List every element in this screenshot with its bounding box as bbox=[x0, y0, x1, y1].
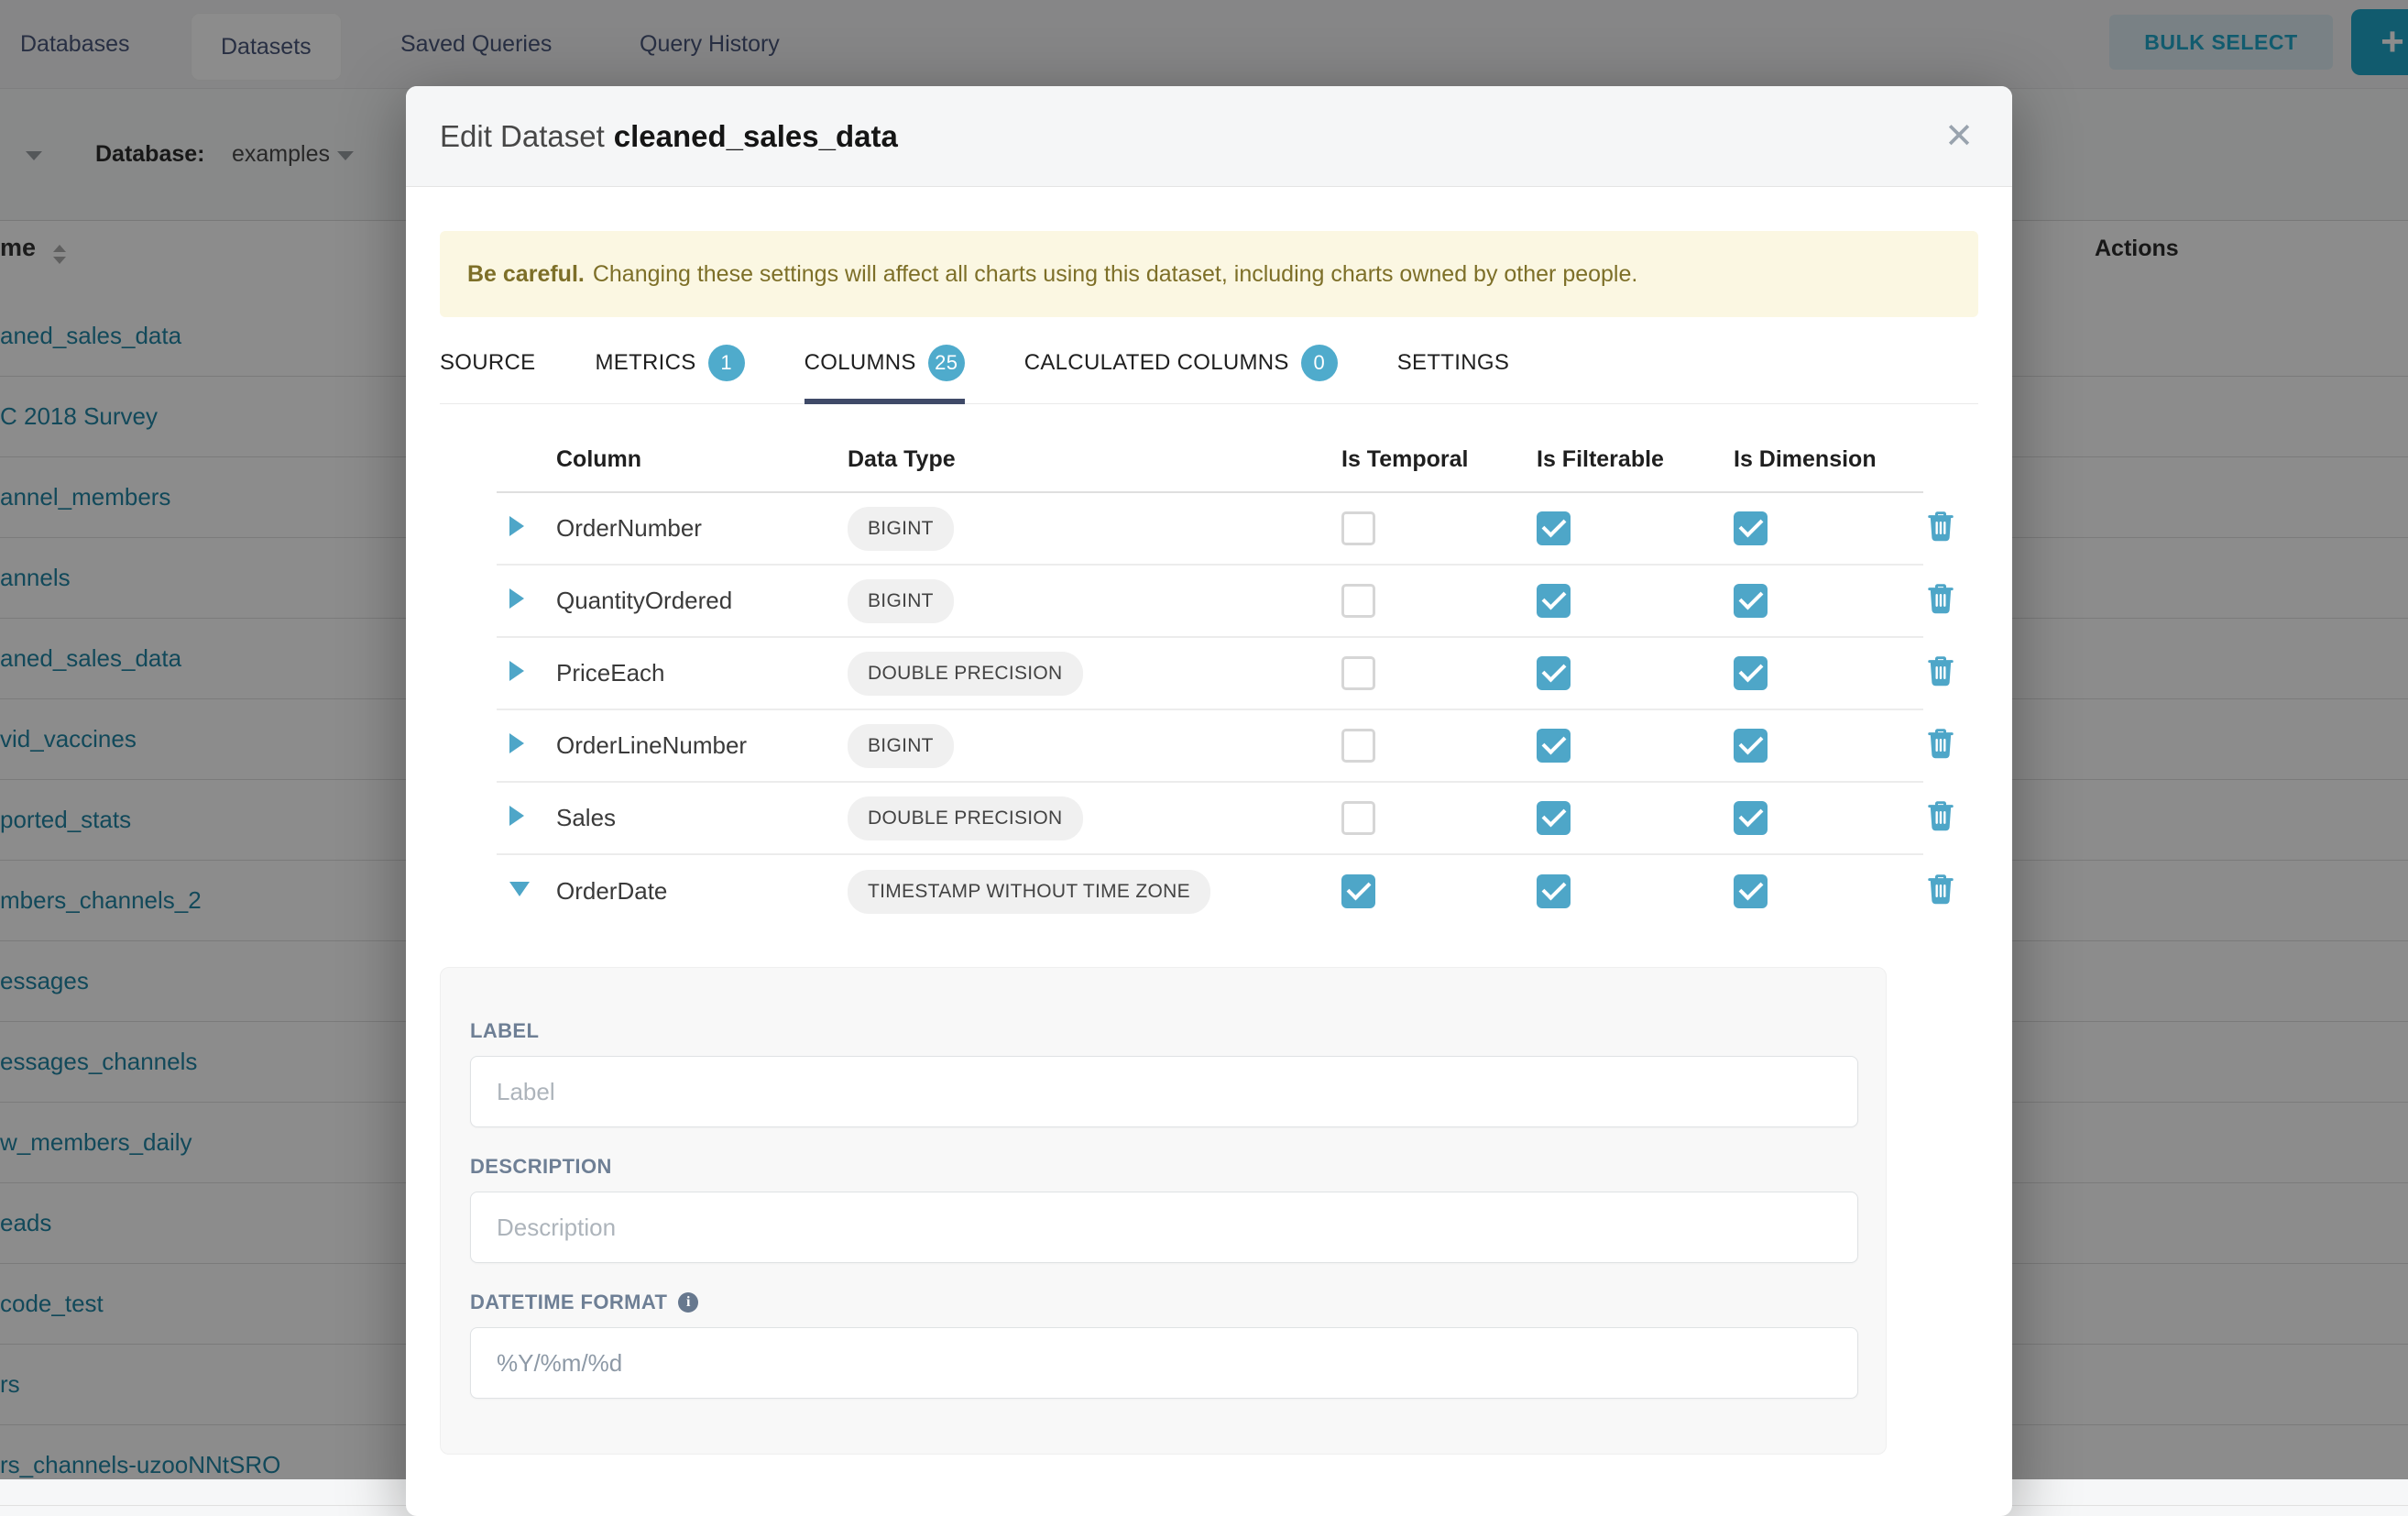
modal-title-prefix: Edit Dataset bbox=[440, 119, 605, 153]
description-field-label: DESCRIPTION bbox=[470, 1155, 1858, 1179]
tab-metrics[interactable]: METRICS 1 bbox=[595, 345, 744, 403]
tab-columns[interactable]: COLUMNS 25 bbox=[804, 345, 965, 403]
column-name: OrderNumber bbox=[533, 514, 840, 543]
description-field-group: DESCRIPTION bbox=[470, 1155, 1858, 1263]
header-is-temporal: Is Temporal bbox=[1337, 446, 1530, 473]
expand-caret-icon[interactable] bbox=[509, 588, 524, 609]
expand-caret-icon[interactable] bbox=[509, 806, 524, 826]
collapse-caret-icon[interactable] bbox=[509, 882, 530, 896]
column-row-orderlinenumber: OrderLineNumber BIGINT bbox=[497, 710, 1923, 783]
is-temporal-checkbox[interactable] bbox=[1341, 511, 1375, 545]
tab-source[interactable]: SOURCE bbox=[440, 345, 535, 403]
data-type-badge: DOUBLE PRECISION bbox=[848, 652, 1083, 696]
warning-bold-text: Be careful. bbox=[467, 261, 585, 288]
header-column: Column bbox=[533, 446, 840, 473]
tab-label: CALCULATED COLUMNS bbox=[1024, 350, 1289, 376]
column-name: OrderLineNumber bbox=[533, 731, 840, 760]
trash-icon bbox=[1927, 801, 1954, 831]
delete-column-button[interactable] bbox=[1927, 729, 1954, 759]
modal-header: Edit Dataset cleaned_sales_data ✕ bbox=[406, 86, 2012, 187]
is-temporal-checkbox[interactable] bbox=[1341, 801, 1375, 835]
data-type-badge: BIGINT bbox=[848, 724, 954, 768]
trash-icon bbox=[1927, 874, 1954, 905]
trash-icon bbox=[1927, 656, 1954, 687]
datetime-format-field-label: DATETIME FORMAT i bbox=[470, 1291, 1858, 1314]
datetime-format-field-group: DATETIME FORMAT i bbox=[470, 1291, 1858, 1399]
tab-settings[interactable]: SETTINGS bbox=[1397, 345, 1509, 403]
edit-dataset-modal: Edit Dataset cleaned_sales_data ✕ Be care… bbox=[406, 86, 2012, 1516]
header-data-type: Data Type bbox=[840, 446, 1337, 473]
is-filterable-checkbox[interactable] bbox=[1537, 801, 1571, 835]
trash-icon bbox=[1927, 511, 1954, 542]
is-filterable-checkbox[interactable] bbox=[1537, 584, 1571, 618]
is-temporal-checkbox[interactable] bbox=[1341, 584, 1375, 618]
modal-body: Be careful. Changing these settings will… bbox=[406, 231, 2012, 1455]
tab-count-badge: 25 bbox=[928, 345, 965, 381]
tab-calculated-columns[interactable]: CALCULATED COLUMNS 0 bbox=[1024, 345, 1338, 403]
data-type-badge: BIGINT bbox=[848, 579, 954, 623]
column-row-ordernumber: OrderNumber BIGINT bbox=[497, 493, 1923, 566]
label-field-group: LABEL bbox=[470, 1019, 1858, 1127]
description-input[interactable] bbox=[470, 1192, 1858, 1263]
columns-table-header: Column Data Type Is Temporal Is Filterab… bbox=[497, 446, 1923, 493]
is-temporal-checkbox[interactable] bbox=[1341, 729, 1375, 763]
column-name: QuantityOrdered bbox=[533, 587, 840, 615]
data-type-badge: BIGINT bbox=[848, 507, 954, 551]
is-temporal-checkbox[interactable] bbox=[1341, 874, 1375, 908]
warning-text: Changing these settings will affect all … bbox=[593, 261, 1638, 288]
datetime-format-label-text: DATETIME FORMAT bbox=[470, 1291, 667, 1314]
header-is-filterable: Is Filterable bbox=[1530, 446, 1729, 473]
tab-label: COLUMNS bbox=[804, 350, 916, 376]
column-name: OrderDate bbox=[533, 877, 840, 906]
is-dimension-checkbox[interactable] bbox=[1734, 584, 1768, 618]
expand-caret-icon[interactable] bbox=[509, 733, 524, 753]
data-type-badge: DOUBLE PRECISION bbox=[848, 796, 1083, 840]
is-filterable-checkbox[interactable] bbox=[1537, 656, 1571, 690]
data-type-badge: TIMESTAMP WITHOUT TIME ZONE bbox=[848, 870, 1210, 914]
is-filterable-checkbox[interactable] bbox=[1537, 511, 1571, 545]
is-temporal-checkbox[interactable] bbox=[1341, 656, 1375, 690]
modal-title-dataset-name: cleaned_sales_data bbox=[614, 119, 898, 153]
trash-icon bbox=[1927, 584, 1954, 614]
is-dimension-checkbox[interactable] bbox=[1734, 729, 1768, 763]
label-input[interactable] bbox=[470, 1056, 1858, 1127]
is-dimension-checkbox[interactable] bbox=[1734, 801, 1768, 835]
expand-caret-icon[interactable] bbox=[509, 661, 524, 681]
tab-label: METRICS bbox=[595, 350, 695, 376]
column-name: Sales bbox=[533, 804, 840, 832]
column-detail-panel: LABEL DESCRIPTION DATETIME FORMAT i bbox=[440, 967, 1887, 1455]
tab-count-badge: 1 bbox=[708, 345, 745, 381]
delete-column-button[interactable] bbox=[1927, 801, 1954, 831]
info-icon[interactable]: i bbox=[678, 1292, 698, 1313]
column-name: PriceEach bbox=[533, 659, 840, 687]
delete-column-button[interactable] bbox=[1927, 584, 1954, 614]
is-filterable-checkbox[interactable] bbox=[1537, 729, 1571, 763]
is-filterable-checkbox[interactable] bbox=[1537, 874, 1571, 908]
is-dimension-checkbox[interactable] bbox=[1734, 874, 1768, 908]
delete-column-button[interactable] bbox=[1927, 656, 1954, 687]
column-row-priceeach: PriceEach DOUBLE PRECISION bbox=[497, 638, 1923, 710]
modal-tabs: SOURCE METRICS 1 COLUMNS 25 CALCULATED COLUMN… bbox=[440, 345, 1978, 404]
close-icon[interactable]: ✕ bbox=[1944, 119, 1974, 154]
modal-title: Edit Dataset cleaned_sales_data bbox=[440, 119, 898, 154]
header-is-dimension: Is Dimension bbox=[1729, 446, 1921, 473]
tab-label: SOURCE bbox=[440, 350, 535, 376]
datetime-format-input[interactable] bbox=[470, 1327, 1858, 1399]
delete-column-button[interactable] bbox=[1927, 511, 1954, 542]
warning-banner: Be careful. Changing these settings will… bbox=[440, 231, 1978, 317]
column-row-sales: Sales DOUBLE PRECISION bbox=[497, 783, 1923, 855]
tab-count-badge: 0 bbox=[1301, 345, 1338, 381]
delete-column-button[interactable] bbox=[1927, 874, 1954, 905]
column-row-quantityordered: QuantityOrdered BIGINT bbox=[497, 566, 1923, 638]
is-dimension-checkbox[interactable] bbox=[1734, 511, 1768, 545]
column-row-orderdate: OrderDate TIMESTAMP WITHOUT TIME ZONE bbox=[497, 855, 1923, 928]
expand-caret-icon[interactable] bbox=[509, 516, 524, 536]
label-field-label: LABEL bbox=[470, 1019, 1858, 1043]
tab-label: SETTINGS bbox=[1397, 350, 1509, 376]
is-dimension-checkbox[interactable] bbox=[1734, 656, 1768, 690]
trash-icon bbox=[1927, 729, 1954, 759]
